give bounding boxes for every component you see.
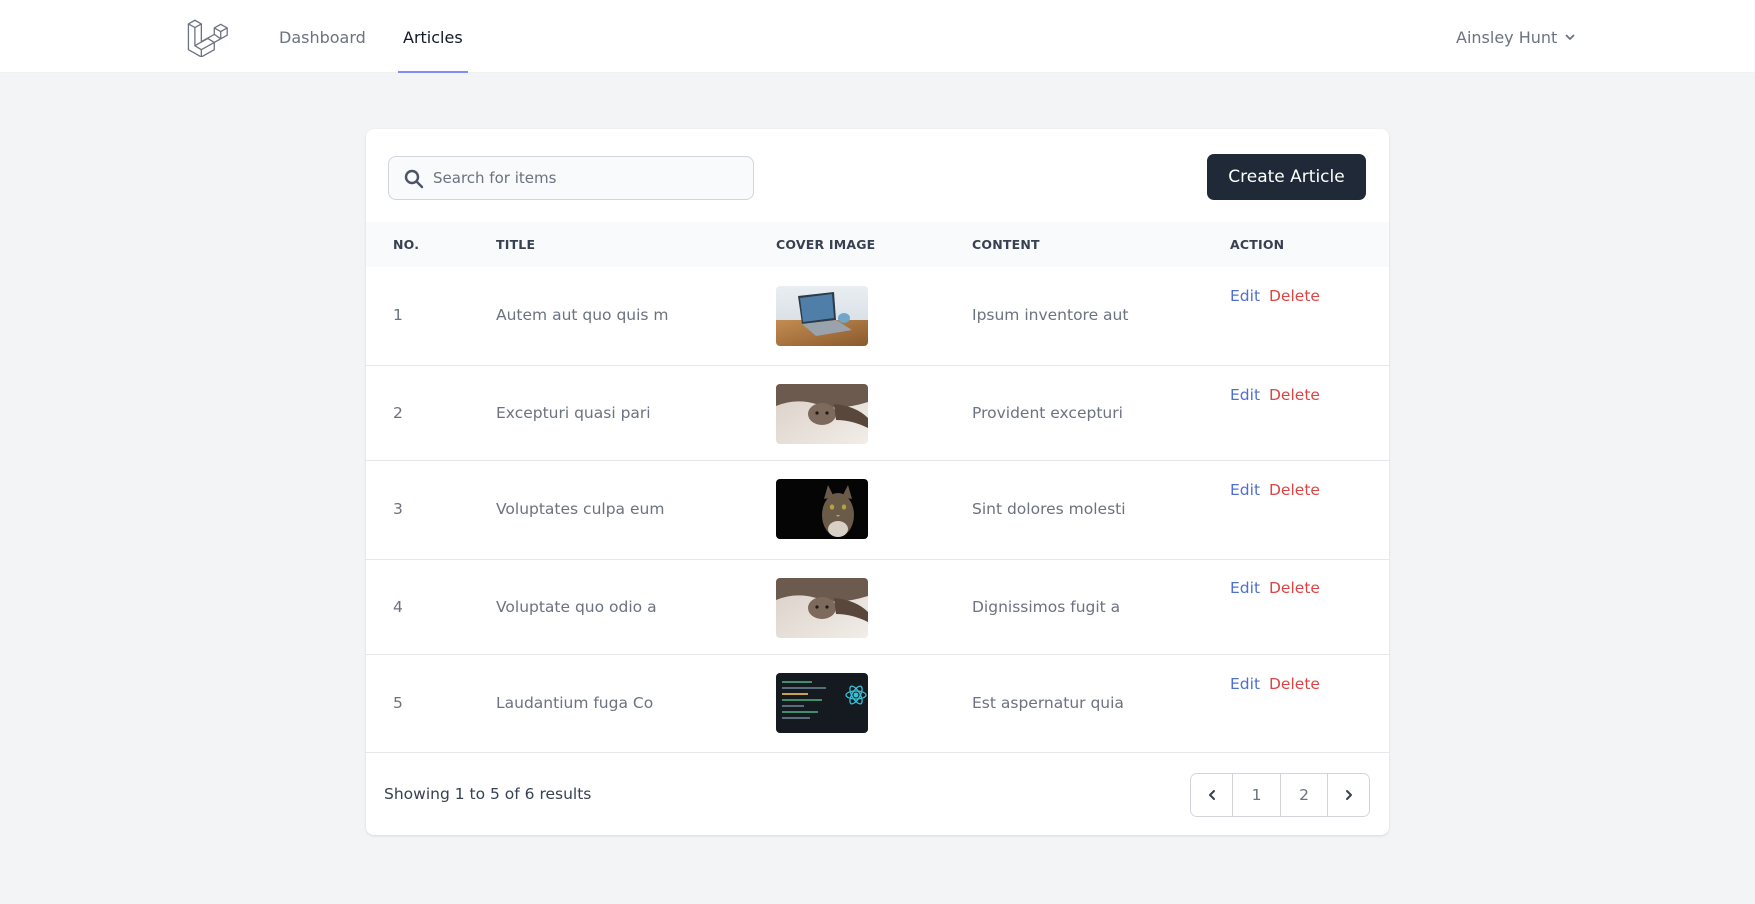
delete-link[interactable]: Delete xyxy=(1269,579,1320,597)
column-header-content: CONTENT xyxy=(972,237,1040,252)
row-title: Laudantium fuga Co xyxy=(496,694,654,712)
chevron-left-icon xyxy=(1208,790,1215,800)
row-content: Provident excepturi xyxy=(972,404,1123,422)
table-row: 2 Excepturi quasi pari Provident exceptu… xyxy=(366,366,1389,461)
delete-link[interactable]: Delete xyxy=(1269,675,1320,693)
page-2-button[interactable]: 2 xyxy=(1281,774,1328,816)
row-number: 1 xyxy=(393,306,403,324)
edit-link[interactable]: Edit xyxy=(1230,579,1260,597)
row-title: Voluptates culpa eum xyxy=(496,500,665,518)
row-content: Sint dolores molesti xyxy=(972,500,1126,518)
table-row: 4 Voluptate quo odio a Dignissimos fugit… xyxy=(366,560,1389,655)
laptop-image xyxy=(776,286,868,346)
laravel-logo-icon[interactable] xyxy=(186,15,228,57)
column-header-title: TITLE xyxy=(496,237,536,252)
previous-page-button[interactable] xyxy=(1191,774,1233,816)
user-name: Ainsley Hunt xyxy=(1456,27,1558,47)
table-row: 1 Autem aut quo quis m Ipsum inventore a… xyxy=(366,267,1389,366)
pagination: 1 2 xyxy=(1190,773,1370,817)
row-number: 2 xyxy=(393,404,403,422)
row-title: Voluptate quo odio a xyxy=(496,598,657,616)
row-title: Excepturi quasi pari xyxy=(496,404,651,422)
column-header-no: NO. xyxy=(393,237,420,252)
delete-link[interactable]: Delete xyxy=(1269,481,1320,499)
chevron-down-icon xyxy=(1565,34,1575,40)
row-content: Ipsum inventore aut xyxy=(972,306,1129,324)
search-icon xyxy=(404,169,424,189)
top-navigation: Dashboard Articles Ainsley Hunt xyxy=(0,0,1755,73)
search-input[interactable] xyxy=(433,157,743,199)
delete-link[interactable]: Delete xyxy=(1269,287,1320,305)
edit-link[interactable]: Edit xyxy=(1230,287,1260,305)
next-page-button[interactable] xyxy=(1328,774,1369,816)
cat-dark-image xyxy=(776,479,868,539)
table-row: 3 Voluptates culpa eum Sint dolores mole… xyxy=(366,461,1389,560)
row-number: 3 xyxy=(393,500,403,518)
kitten-blanket-image xyxy=(776,578,868,638)
results-summary: Showing 1 to 5 of 6 results xyxy=(384,785,592,803)
kitten-blanket-image xyxy=(776,384,868,444)
create-article-button[interactable]: Create Article xyxy=(1207,154,1366,200)
table-row: 5 Laudantium fuga Co Est aspernatur quia… xyxy=(366,655,1389,753)
delete-link[interactable]: Delete xyxy=(1269,386,1320,404)
chevron-right-icon xyxy=(1345,790,1352,800)
row-number: 5 xyxy=(393,694,403,712)
row-content: Est aspernatur quia xyxy=(972,694,1124,712)
react-code-image xyxy=(776,673,868,733)
edit-link[interactable]: Edit xyxy=(1230,481,1260,499)
user-menu[interactable]: Ainsley Hunt xyxy=(1456,26,1577,48)
nav-dashboard-link[interactable]: Dashboard xyxy=(279,0,366,73)
column-header-action: ACTION xyxy=(1230,237,1285,252)
column-header-cover-image: COVER IMAGE xyxy=(776,237,876,252)
nav-articles-link[interactable]: Articles xyxy=(398,0,468,73)
page-1-button[interactable]: 1 xyxy=(1233,774,1281,816)
row-number: 4 xyxy=(393,598,403,616)
row-content: Dignissimos fugit a xyxy=(972,598,1121,616)
articles-card: Create Article NO. TITLE COVER IMAGE CON… xyxy=(366,129,1389,835)
row-title: Autem aut quo quis m xyxy=(496,306,669,324)
edit-link[interactable]: Edit xyxy=(1230,386,1260,404)
edit-link[interactable]: Edit xyxy=(1230,675,1260,693)
table-header: NO. TITLE COVER IMAGE CONTENT ACTION xyxy=(366,222,1389,267)
search-box xyxy=(388,156,754,200)
